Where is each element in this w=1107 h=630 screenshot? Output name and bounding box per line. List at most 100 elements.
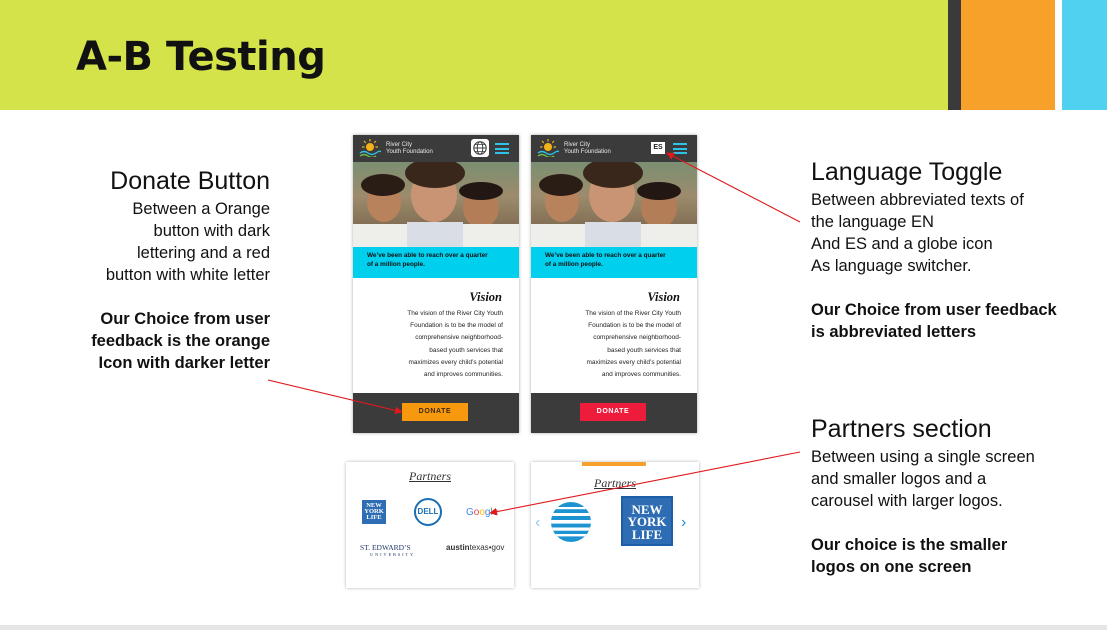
vision-section: Vision The vision of the River City Yout… [531, 278, 697, 393]
language-toggle-globe[interactable] [471, 139, 489, 157]
language-note-line: And ES and a globe icon [811, 235, 993, 253]
mockup-footer: DONATE [353, 393, 519, 433]
dell-logo[interactable]: DELL [414, 498, 442, 526]
partners-note-line: and smaller logos and a [811, 470, 987, 488]
donate-note-line: lettering and a red [136, 244, 270, 262]
austin-bold: austin [446, 543, 470, 552]
partners-note: Partners section Between using a single … [811, 414, 1071, 578]
vision-section: Vision The vision of the River City Yout… [353, 278, 519, 393]
org-name-line: River City [564, 142, 591, 148]
vision-line: The vision of the River City Youth [407, 310, 503, 317]
accent-bar-dark [948, 0, 961, 110]
language-note-line: As language switcher. [811, 257, 972, 275]
banner-line: of a million people. [367, 261, 425, 268]
new-york-life-logo[interactable]: NEW YORK LIFE [362, 500, 386, 524]
vision-line: comprehensive neighborhood- [593, 334, 681, 342]
hamburger-menu-icon[interactable] [495, 143, 509, 154]
partners-note-description: Between using a single screen and smalle… [811, 446, 1071, 512]
google-logo[interactable]: Google [466, 507, 498, 518]
carousel-prev-arrow[interactable]: ‹ [535, 514, 540, 532]
banner-line: We’ve been able to reach over a quarter [545, 252, 666, 259]
donate-note-line: button with dark [153, 222, 270, 240]
sun-logo-icon [537, 139, 559, 157]
st-edwards-sub: UNIVERSITY [370, 552, 415, 557]
accent-bar-gap [1055, 0, 1062, 110]
partners-title: Partners [409, 469, 451, 483]
org-name-line: Youth Foundation [564, 149, 611, 155]
carousel-top-accent [582, 462, 646, 466]
language-note: Language Toggle Between abbreviated text… [811, 157, 1071, 343]
language-toggle-es[interactable]: ES [651, 142, 665, 154]
vision-title: Vision [469, 290, 502, 304]
att-logo[interactable] [549, 500, 593, 544]
partners-choice-line: logos on one screen [811, 558, 972, 576]
austin-gov: •gov [488, 543, 505, 552]
org-name: River City Youth Foundation [386, 142, 433, 156]
partners-note-line: carousel with larger logos. [811, 492, 1003, 510]
vision-text: The vision of the River City Youth Found… [381, 308, 503, 381]
org-name-line: River City [386, 142, 413, 148]
partners-note-heading: Partners section [811, 415, 992, 443]
phone-mockup-variant-a: River City Youth Foundation We’ve been a… [353, 135, 519, 433]
vision-line: maximizes every child’s potential [408, 358, 503, 366]
donate-button-red[interactable]: DONATE [580, 403, 646, 421]
carousel-next-arrow[interactable]: › [681, 514, 686, 532]
bottom-divider [0, 625, 1107, 630]
donate-note-heading: Donate Button [110, 167, 270, 195]
st-edwards-logo[interactable]: ST. EDWARD’S UNIVERSITY [360, 544, 415, 558]
banner-line: We’ve been able to reach over a quarter [367, 252, 488, 259]
donate-button-orange[interactable]: DONATE [402, 403, 468, 421]
org-name: River City Youth Foundation [564, 142, 611, 156]
vision-line: and improves communities. [601, 371, 681, 379]
partners-grid-panel: Partners NEW YORK LIFE DELL Google ST. E… [346, 462, 514, 588]
language-choice-line: is abbreviated letters [811, 323, 977, 341]
vision-line: comprehensive neighborhood- [415, 334, 503, 342]
partners-carousel-panel: Partners ‹ NEW YORK LIFE › [531, 462, 699, 588]
language-choice-line: Our Choice from user feedback [811, 301, 1057, 319]
org-name-line: Youth Foundation [386, 149, 433, 155]
donate-note-description: Between a Orange button with dark letter… [60, 198, 270, 286]
banner-line: of a million people. [545, 261, 603, 268]
partners-note-line: Between using a single screen [811, 448, 1035, 466]
vision-line: based youth services that [607, 346, 681, 354]
accent-bar-orange [961, 0, 1055, 110]
vision-line: Foundation is to be the model of [588, 322, 681, 330]
austin-rest: texas [469, 543, 489, 552]
partners-note-choice: Our choice is the smaller logos on one s… [811, 534, 1071, 578]
donate-choice-line: Icon with darker letter [98, 354, 270, 372]
donate-choice-line: Our Choice from user [100, 310, 270, 328]
vision-line: Foundation is to be the model of [410, 322, 503, 330]
language-note-choice: Our Choice from user feedback is abbrevi… [811, 299, 1071, 343]
language-note-description: Between abbreviated texts of the languag… [811, 189, 1071, 277]
partners-title: Partners [594, 476, 636, 490]
nyl-line: LIFE [631, 526, 663, 542]
vision-line: The vision of the River City Youth [585, 310, 681, 317]
nyl-line: LIFE [366, 514, 382, 522]
language-note-line: the language EN [811, 213, 934, 231]
mockup-nav-bar: River City Youth Foundation ES [531, 135, 697, 162]
vision-line: maximizes every child’s potential [586, 358, 681, 366]
slide-title: A-B Testing [76, 34, 326, 80]
google-letter: e [492, 507, 499, 518]
globe-icon [473, 141, 487, 155]
st-edwards-main: ST. EDWARD’S [360, 543, 411, 552]
reach-banner: We’ve been able to reach over a quarter … [353, 247, 519, 278]
accent-bar-blue [1062, 0, 1107, 110]
language-note-heading: Language Toggle [811, 158, 1003, 186]
hamburger-menu-icon[interactable] [673, 143, 687, 154]
donate-note-line: Between a Orange [132, 200, 270, 218]
phone-mockup-variant-b: River City Youth Foundation ES We’ve bee… [531, 135, 697, 433]
mockup-nav-bar: River City Youth Foundation [353, 135, 519, 162]
new-york-life-logo[interactable]: NEW YORK LIFE [621, 496, 673, 546]
austin-texas-gov-logo[interactable]: austintexas•gov [446, 543, 504, 552]
mockup-footer: DONATE [531, 393, 697, 433]
vision-line: based youth services that [429, 346, 503, 354]
donate-note: Donate Button Between a Orange button wi… [60, 166, 270, 374]
language-note-line: Between abbreviated texts of [811, 191, 1024, 209]
reach-banner: We’ve been able to reach over a quarter … [531, 247, 697, 278]
google-letter: G [466, 507, 474, 518]
vision-line: and improves communities. [423, 371, 503, 379]
hero-photo [531, 162, 697, 247]
sun-logo-icon [359, 139, 381, 157]
donate-note-line: button with white letter [105, 266, 270, 284]
